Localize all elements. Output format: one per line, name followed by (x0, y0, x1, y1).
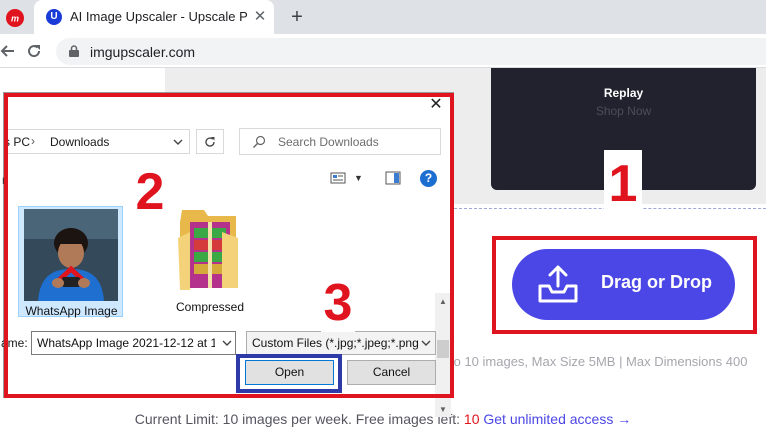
step2-highlight-box (4, 93, 454, 398)
limit-text: Current Limit: 10 images per week. Free … (134, 411, 461, 427)
address-bar[interactable]: imgupscaler.com (56, 38, 766, 65)
upload-limits-text: to 10 images, Max Size 5MB | Max Dimensi… (450, 354, 748, 369)
url-text: imgupscaler.com (90, 44, 196, 60)
back-arrow-icon[interactable] (0, 41, 14, 61)
replay-label[interactable]: Replay (491, 86, 756, 100)
shop-now-label[interactable]: Shop Now (491, 104, 756, 118)
tab-favicon-icon: U (46, 9, 62, 25)
step3-number: 3 (321, 274, 355, 332)
new-tab-button[interactable]: + (286, 6, 308, 28)
app-logo-icon: m (6, 9, 24, 27)
step2-number: 2 (128, 160, 172, 224)
reload-icon[interactable] (25, 42, 43, 60)
unlimited-access-link[interactable]: Get unlimited access → (483, 411, 631, 427)
step3-highlight-box (236, 354, 342, 393)
scroll-down-icon[interactable]: ▼ (439, 405, 447, 414)
step1-number: 1 (608, 155, 638, 213)
pinned-tab[interactable]: m (0, 2, 30, 34)
tab-title: AI Image Upscaler - Upscale Photo (70, 9, 248, 24)
lock-icon (69, 45, 79, 57)
browser-toolbar: imgupscaler.com (0, 34, 766, 68)
step1-highlight-box (492, 236, 757, 334)
free-images-count: 10 (463, 411, 480, 427)
browser-tab-active[interactable]: U AI Image Upscaler - Upscale Photo ✕ (34, 0, 274, 34)
tab-close-icon[interactable]: ✕ (252, 9, 268, 25)
svg-text:m: m (11, 14, 19, 24)
browser-tab-strip: m U AI Image Upscaler - Upscale Photo ✕ … (0, 0, 766, 34)
current-limit-line: Current Limit: 10 images per week. Free … (0, 411, 766, 427)
